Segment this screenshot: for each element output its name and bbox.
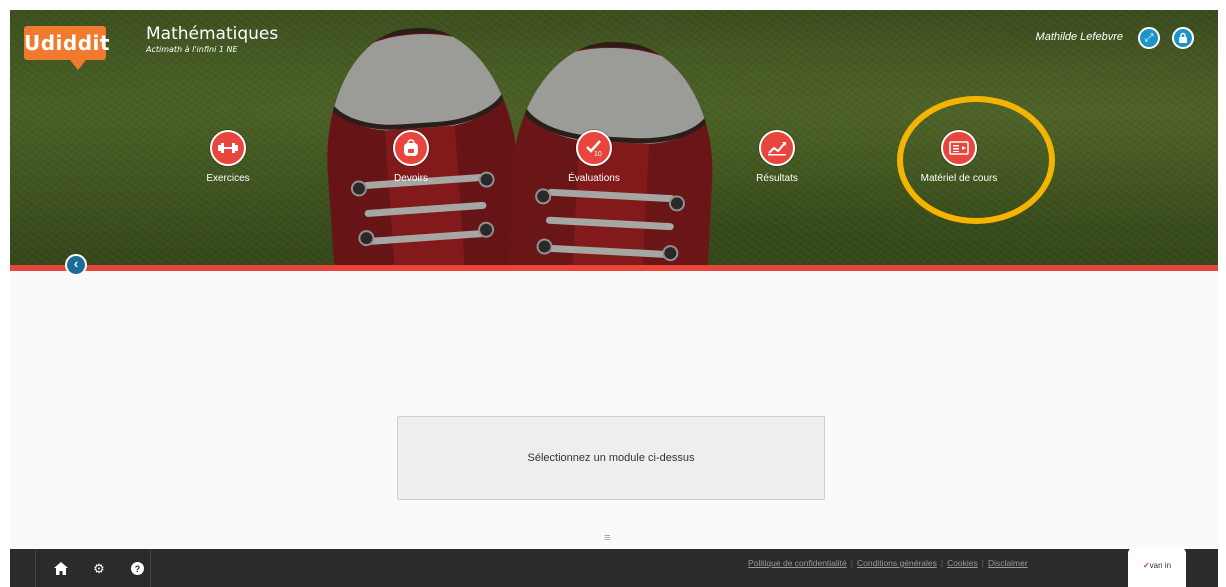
app-logo[interactable]: Udiddit (24, 26, 109, 60)
module-exercices[interactable]: Exercices (173, 130, 283, 184)
gear-icon: ⚙ (93, 561, 105, 576)
home-icon (54, 562, 68, 575)
footer-bar: ⚙ ? Politique de confidentialité | Conditi… (10, 549, 1218, 587)
chart-icon (768, 142, 786, 156)
settings-button[interactable]: ⚙ (88, 562, 110, 576)
svg-text:?: ? (134, 564, 140, 574)
fullscreen-button[interactable]: ⤢ (1138, 27, 1160, 49)
check-icon: ✓ (1142, 561, 1150, 570)
help-button[interactable]: ? (126, 562, 148, 576)
collapse-header-button[interactable]: ‹ (65, 254, 87, 276)
hero-banner: Udiddit Mathématiques Actimath à l'infin… (10, 10, 1218, 267)
module-label: Exercices (206, 173, 250, 184)
page-subtitle: Actimath à l'infini 1 NE (146, 45, 238, 54)
grade-icon: 10 (586, 140, 602, 157)
user-name[interactable]: Mathilde Lefebvre (1036, 31, 1123, 43)
header-divider (10, 265, 1218, 271)
module-label: Évaluations (568, 173, 620, 184)
svg-text:10: 10 (594, 151, 602, 157)
module-label: Devoirs (394, 173, 428, 184)
logout-button[interactable] (1172, 27, 1194, 49)
page-title: Mathématiques (146, 24, 279, 44)
terms-link[interactable]: Conditions générales (857, 558, 937, 568)
module-resultats[interactable]: Résultats (722, 130, 832, 184)
expand-icon: ⤢ (1144, 32, 1154, 44)
module-label: Résultats (756, 173, 798, 184)
module-devoirs[interactable]: Devoirs (356, 130, 466, 184)
lock-icon (1179, 32, 1187, 43)
footer-links: Politique de confidentialité | Conditions … (748, 558, 1028, 568)
highlight-circle (897, 96, 1055, 224)
module-evaluations[interactable]: 10 Évaluations (539, 130, 649, 184)
chevron-left-icon: ‹ (73, 256, 79, 271)
resize-handle-icon[interactable]: ≡ (604, 532, 610, 544)
app-page: Udiddit Mathématiques Actimath à l'infin… (10, 10, 1218, 587)
dumbbell-icon (218, 143, 238, 153)
help-icon: ? (130, 562, 144, 575)
backpack-icon (404, 139, 418, 156)
home-button[interactable] (50, 562, 72, 576)
disclaimer-link[interactable]: Disclaimer (988, 558, 1028, 568)
cookies-link[interactable]: Cookies (947, 558, 978, 568)
empty-state-panel: Sélectionnez un module ci-dessus (397, 416, 825, 500)
publisher-logo[interactable]: ✓van in (1128, 548, 1186, 587)
privacy-link[interactable]: Politique de confidentialité (748, 558, 847, 568)
empty-state-text: Sélectionnez un module ci-dessus (527, 452, 695, 464)
